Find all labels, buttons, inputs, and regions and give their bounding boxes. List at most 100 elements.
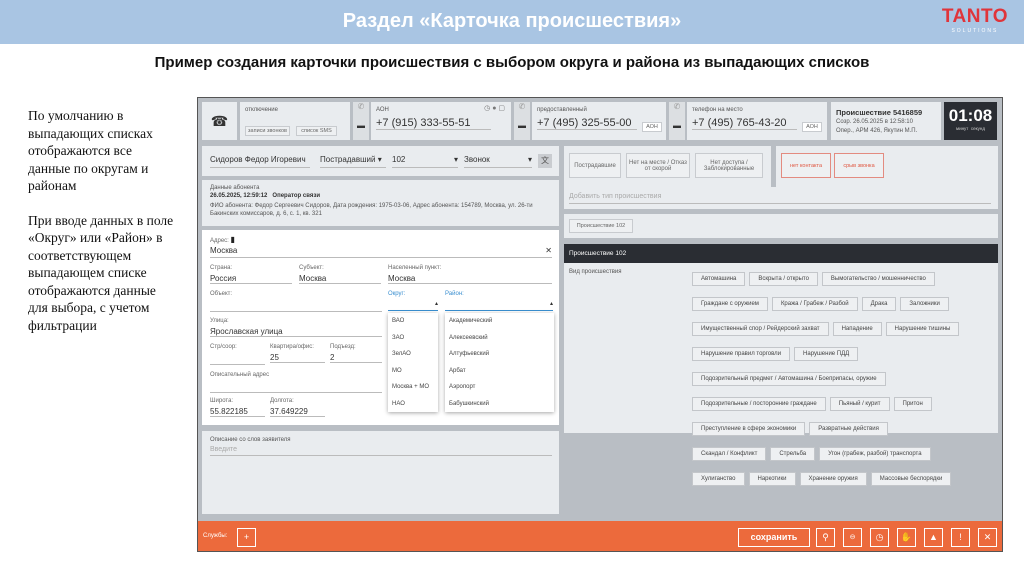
rayon-option[interactable]: Алексеевский xyxy=(445,330,554,347)
no-contact-button[interactable]: нет контакта xyxy=(781,153,831,178)
okrug-option[interactable]: ВАО xyxy=(388,313,438,330)
call-aon-button[interactable]: ✆ ▬ xyxy=(353,102,369,140)
type-buttons-panel: Происшествие 102 xyxy=(564,214,998,238)
address-input[interactable]: Москва ✕ xyxy=(210,246,552,258)
incident-kind-tag[interactable]: Подозрительные / посторонние граждане xyxy=(692,397,826,411)
incident-kind-tag[interactable]: Заложники xyxy=(900,297,949,311)
incident-kind-tag[interactable]: Драка xyxy=(861,297,897,311)
incident-kind-tag[interactable]: Нарушение тишины xyxy=(885,322,960,336)
incident-kind-tag[interactable]: Автомашина xyxy=(692,272,746,286)
incident-kind-tag[interactable]: Хранение оружия xyxy=(799,472,867,486)
timer-min: минут xyxy=(955,126,969,131)
incident-kind-tag[interactable]: Угон (грабеж, разбой) транспорта xyxy=(819,447,931,461)
incident-kind-label: Вид происшествия xyxy=(569,269,622,275)
incident-kind-tag[interactable]: Скандал / Конфликт xyxy=(692,447,767,461)
incident-operator: Опер., АРМ 426, Якутин М.П. xyxy=(836,128,918,134)
incident-kind-tag[interactable]: Преступление в сфере экономики xyxy=(692,422,806,436)
channel-select[interactable]: Звонок ▾ xyxy=(464,155,532,168)
map-icon[interactable]: ▮ xyxy=(231,235,235,244)
incident-kind-tag[interactable]: Вскрыта / открыто xyxy=(749,272,818,286)
rayon-option[interactable]: Бабушкинский xyxy=(445,396,554,413)
aon-number[interactable]: +7 (915) 333-55-51 xyxy=(376,117,491,130)
link-icon[interactable]: ⊖ xyxy=(843,528,862,547)
okrug-option[interactable]: ЗАО xyxy=(388,330,438,347)
translate-icon[interactable]: 文 xyxy=(538,154,552,168)
incident-kind-tag[interactable]: Граждане с оружием xyxy=(692,297,768,311)
aon-label: АОН xyxy=(376,107,389,113)
rayon-option[interactable]: Аэропорт xyxy=(445,379,554,396)
okrug-option[interactable]: Москва + МО xyxy=(388,379,438,396)
onsite-number[interactable]: +7 (495) 765-43-20 xyxy=(692,117,797,130)
incident-kind-tag[interactable]: Нарушение ПДД xyxy=(794,347,859,361)
okrug-option[interactable]: НАО xyxy=(388,396,438,413)
country-input[interactable]: Россия xyxy=(210,274,292,284)
incident-kind-tag[interactable]: Хулиганство xyxy=(692,472,745,486)
provided-label: предоставленный xyxy=(537,107,587,113)
incident-info-panel: Происшествие 5416859 Созр. 26.05.2025 в … xyxy=(831,102,941,140)
rayon-option[interactable]: Арбат xyxy=(445,363,554,380)
apartment-input[interactable]: 25 xyxy=(270,353,325,363)
subject-input[interactable]: Москва xyxy=(299,274,381,284)
lat-input[interactable]: 55.822185 xyxy=(210,407,265,417)
not-on-site-button[interactable]: Нет на месте / Отказ от скорой xyxy=(626,153,690,178)
incident-kind-tag[interactable]: Пьяный / курит xyxy=(829,397,890,411)
add-type-input[interactable]: Добавить тип происшествия xyxy=(569,193,991,204)
call-dropped-button[interactable]: срыв звонка xyxy=(834,153,884,178)
incident-kind-tag[interactable]: Вымогательство / мошенничество xyxy=(821,272,935,286)
lon-input[interactable]: 37.649229 xyxy=(270,407,325,417)
statement-input[interactable]: Введите xyxy=(210,446,552,456)
caller-name-input[interactable]: Сидоров Федор Игоревич xyxy=(210,155,310,168)
incident-102-panel: Происшествие 102 Вид происшествия Автома… xyxy=(564,244,998,486)
call-provided-button[interactable]: ✆ ▬ xyxy=(514,102,530,140)
call-records-button[interactable]: записи звонков xyxy=(245,126,290,136)
service-select[interactable]: 102 ▾ xyxy=(392,155,458,168)
incident-kind-tag[interactable]: Массовые беспорядки xyxy=(870,472,952,486)
hand-icon[interactable]: ✋ xyxy=(897,528,916,547)
caller-role-select[interactable]: Пострадавший ▾ xyxy=(320,155,386,168)
okrug-select[interactable]: ▴ xyxy=(388,300,438,311)
rayon-option[interactable]: Алтуфьевский xyxy=(445,346,554,363)
no-access-button[interactable]: Нет доступа / Заблокированные xyxy=(695,153,763,178)
incident-kind-tag[interactable]: Имущественный спор / Рейдерский захват xyxy=(692,322,829,336)
incident-kind-tag[interactable]: Стрельба xyxy=(770,447,816,461)
entrance-input[interactable]: 2 xyxy=(330,353,382,363)
message-alert-icon[interactable]: ! xyxy=(951,528,970,547)
incident-102-type-button[interactable]: Происшествие 102 xyxy=(569,219,633,233)
incident-kind-tag[interactable]: Кража / Грабеж / Разбой xyxy=(771,297,858,311)
service-value: 102 xyxy=(392,155,406,164)
close-icon[interactable]: ✕ xyxy=(978,528,997,547)
incident-kind-tag[interactable]: Наркотики xyxy=(748,472,796,486)
onsite-aon-button[interactable]: АОН xyxy=(802,122,822,132)
okrug-option[interactable]: МО xyxy=(388,363,438,380)
location-icon[interactable]: ⚲ xyxy=(816,528,835,547)
clear-icon[interactable]: ✕ xyxy=(545,246,552,255)
save-button[interactable]: сохранить xyxy=(738,528,810,547)
country-label: Страна: xyxy=(210,265,233,271)
building-input[interactable] xyxy=(210,364,265,365)
hangup-button[interactable]: ☎ xyxy=(202,102,237,140)
sms-list-button[interactable]: список SMS xyxy=(296,126,337,136)
street-input[interactable]: Ярославская улица xyxy=(210,327,382,337)
alarm-icon[interactable]: ▲ xyxy=(924,528,943,547)
okrug-option[interactable]: ЗелАО xyxy=(388,346,438,363)
rayon-option[interactable]: Академический xyxy=(445,313,554,330)
incident-kind-tag[interactable]: Нападение xyxy=(832,322,882,336)
provided-aon-button[interactable]: АОН xyxy=(642,122,662,132)
object-input[interactable] xyxy=(210,311,382,312)
incident-kind-tag[interactable]: Нарушение правил торговли xyxy=(692,347,791,361)
city-input[interactable]: Москва xyxy=(388,274,552,284)
timer-sec: секунд xyxy=(970,126,986,131)
para-1: По умолчанию в выпадающих списках отобра… xyxy=(28,108,153,193)
victims-button[interactable]: Пострадавшие xyxy=(569,153,621,178)
address-label-wrap: Адрес: ▮ xyxy=(210,235,235,244)
provided-number[interactable]: +7 (495) 325-55-00 xyxy=(537,117,637,130)
call-onsite-button[interactable]: ✆ ▬ xyxy=(669,102,685,140)
desc-address-input[interactable] xyxy=(210,392,382,393)
incident-kind-tag[interactable]: Подозрительный предмет / Автомашина / Бо… xyxy=(692,372,886,386)
rayon-select[interactable]: ▴ xyxy=(445,300,553,311)
add-service-button[interactable]: + xyxy=(237,528,256,547)
clock-pin-icons[interactable]: ◷ ● ▢ xyxy=(484,104,505,112)
incident-kind-tag[interactable]: Притон xyxy=(893,397,932,411)
incident-kind-tag[interactable]: Развратные действия xyxy=(809,422,888,436)
stopwatch-icon[interactable]: ◷ xyxy=(870,528,889,547)
